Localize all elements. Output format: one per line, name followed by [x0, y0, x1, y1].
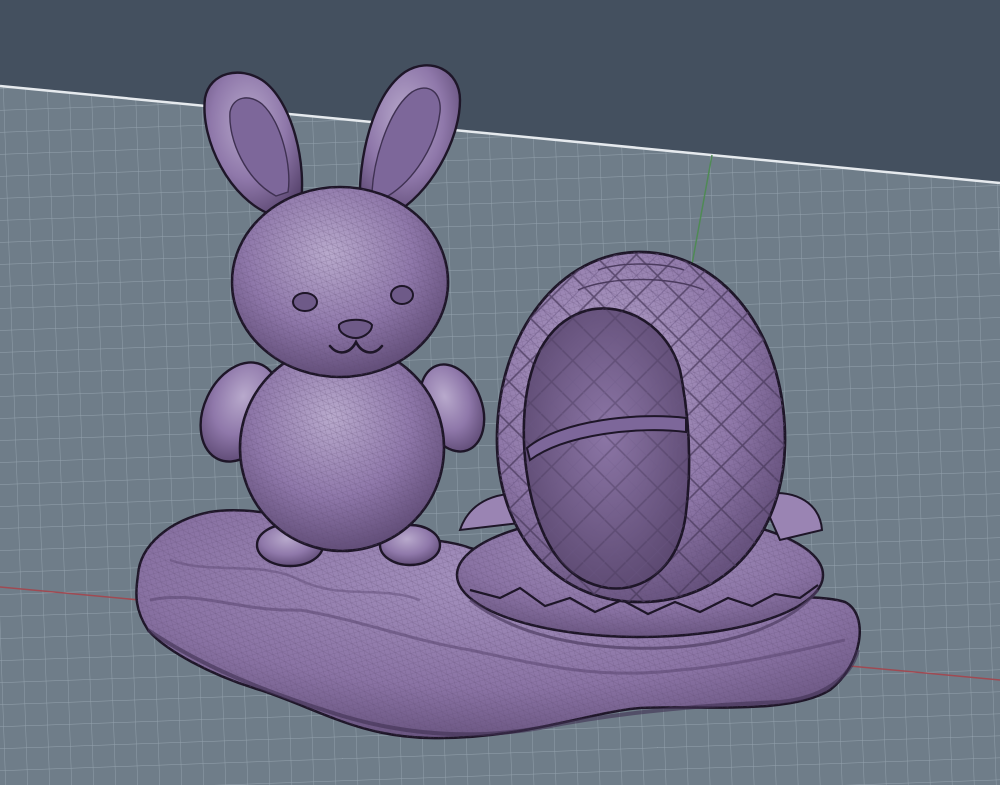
3d-viewport[interactable] [0, 0, 1000, 785]
bunny-left-eye [292, 292, 318, 312]
egg-basket[interactable] [495, 250, 787, 604]
viewport-canvas[interactable] [0, 0, 1000, 785]
bunny-right-eye [390, 285, 414, 305]
